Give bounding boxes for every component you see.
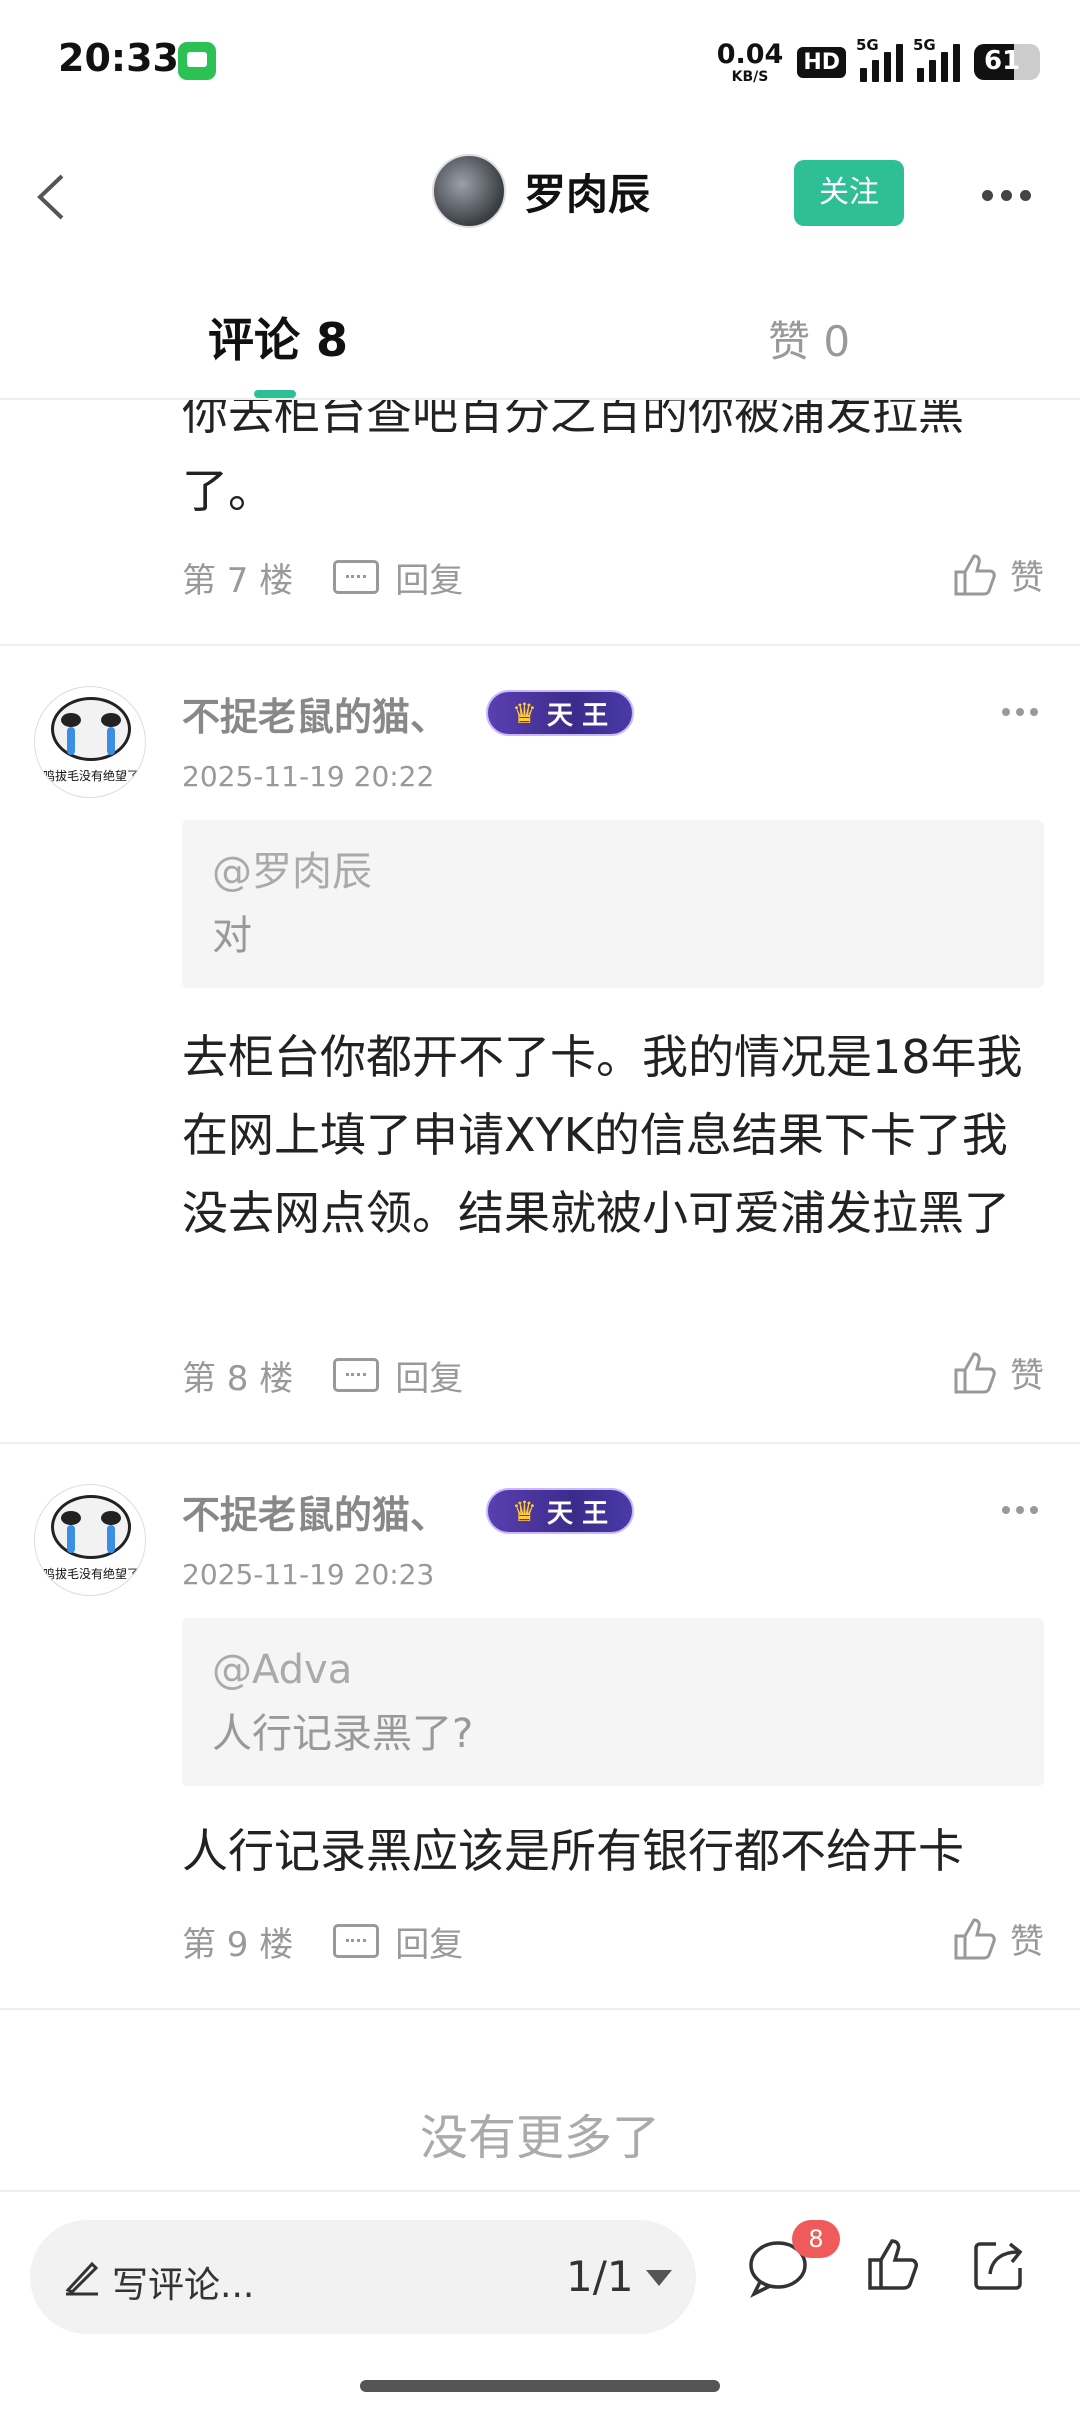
active-tab-indicator [254, 390, 296, 398]
commenter-name[interactable]: 不捉老鼠的猫、 [182, 1484, 448, 1539]
crown-icon: ♛ [511, 1494, 538, 1528]
reply-icon [333, 1924, 380, 1958]
reply-icon [333, 1358, 380, 1392]
divider [0, 2008, 1080, 2010]
crown-icon: ♛ [511, 696, 538, 730]
commenter-avatar[interactable]: 鸣拔毛没有绝望了 [34, 1484, 146, 1596]
signal-icon-sim2: 5G [913, 36, 960, 82]
username[interactable]: 罗肉辰 [524, 161, 650, 222]
reply-label: 回复 [395, 1358, 464, 1399]
follow-button[interactable]: 关注 [794, 160, 904, 226]
quoted-reply: @Adva 人行记录黑了? [182, 1618, 1044, 1786]
level-badge: ♛ 天 王 [486, 690, 634, 736]
comment-date: 2025-11-19 20:22 [182, 760, 435, 793]
comment-body: 人行记录黑应该是所有银行都不给开卡 [182, 1824, 964, 1878]
comment-meta: 第 8 楼 回复 [182, 1350, 463, 1400]
top-nav: 罗肉辰 关注 [0, 124, 1080, 264]
network-speed: 0.04 KB/S [717, 41, 784, 84]
sim2-network-type: 5G [913, 36, 936, 54]
floor-number: 第 7 楼 [182, 560, 294, 601]
comment-input-placeholder: 写评论... [112, 2265, 255, 2306]
avatar-caption: 鸣拔毛没有绝望了 [42, 769, 139, 783]
bottom-action-bar: 写评论... 1/1 8 [0, 2190, 1080, 2412]
comment-more-icon[interactable] [1002, 708, 1038, 716]
quoted-text: 对 [212, 913, 252, 959]
thumbs-up-icon[interactable] [864, 2236, 922, 2294]
badge-label: 天 王 [547, 700, 609, 731]
level-badge: ♛ 天 王 [486, 1488, 634, 1534]
avatar[interactable] [432, 154, 506, 228]
badge-label: 天 王 [547, 1498, 609, 1529]
quoted-user[interactable]: @Adva [212, 1638, 1014, 1702]
comment-input[interactable]: 写评论... 1/1 [30, 2220, 696, 2334]
hd-icon: HD [797, 46, 846, 78]
divider [0, 1442, 1080, 1444]
like-label: 赞 [1010, 1922, 1044, 1962]
reply-icon [333, 560, 380, 594]
comment-count-badge: 8 [792, 2220, 840, 2258]
thumbs-up-icon [954, 1351, 996, 1393]
comment-body: 去柜台你都开不了卡。我的情况是18年我在网上填了申请XYK的信息结果下卡了我没去… [182, 1030, 1023, 1240]
user-info[interactable]: 罗肉辰 [432, 154, 650, 228]
divider [0, 644, 1080, 646]
reply-button[interactable]: 回复 [333, 1917, 463, 1966]
comment-meta: 第 7 楼 回复 [182, 552, 463, 602]
comment-more-icon[interactable] [1002, 1506, 1038, 1514]
page-indicator[interactable]: 1/1 [566, 2252, 634, 2301]
battery-level: 61 [984, 46, 1021, 76]
quoted-reply: @罗肉辰 对 [182, 820, 1044, 988]
reply-button[interactable]: 回复 [333, 553, 463, 602]
commenter-name[interactable]: 不捉老鼠的猫、 [182, 686, 448, 741]
battery-icon: 61 [974, 44, 1040, 80]
comment-body: 你去柜台查吧百分之百的你被浦发拉黑了。 [182, 400, 964, 518]
comment-list[interactable]: 你去柜台查吧百分之百的你被浦发拉黑了。 第 7 楼 回复 赞 鸣拔毛没有绝望了 … [0, 400, 1080, 2190]
status-indicators: 0.04 KB/S HD 5G 5G 61 [717, 36, 1040, 86]
home-indicator[interactable] [360, 2380, 720, 2392]
avatar-caption: 鸣拔毛没有绝望了 [42, 1567, 139, 1581]
like-button[interactable]: 赞 [952, 1348, 1044, 1397]
like-label: 赞 [1010, 1356, 1044, 1396]
reply-label: 回复 [395, 560, 464, 601]
like-label: 赞 [1010, 558, 1044, 598]
chevron-down-icon[interactable] [646, 2270, 672, 2286]
network-speed-unit: KB/S [731, 68, 769, 85]
commenter-avatar[interactable]: 鸣拔毛没有绝望了 [34, 686, 146, 798]
floor-number: 第 8 楼 [182, 1358, 294, 1399]
more-options-icon[interactable] [982, 190, 1031, 201]
network-speed-value: 0.04 [716, 38, 784, 70]
pencil-icon [65, 2261, 99, 2296]
end-of-list: 没有更多了 [419, 2110, 660, 2166]
floor-number: 第 9 楼 [182, 1924, 294, 1965]
comment-date: 2025-11-19 20:23 [182, 1558, 435, 1591]
tab-comments[interactable]: 评论 8 [208, 304, 348, 370]
signal-icon-sim1: 5G [856, 36, 903, 82]
like-button[interactable]: 赞 [952, 1914, 1044, 1963]
comment-meta: 第 9 楼 回复 [182, 1916, 463, 1966]
sim1-network-type: 5G [856, 36, 879, 54]
back-arrow-icon[interactable] [32, 172, 72, 222]
thumbs-up-icon [954, 1917, 996, 1959]
like-button[interactable]: 赞 [952, 550, 1044, 599]
reply-button[interactable]: 回复 [333, 1351, 463, 1400]
share-icon[interactable] [970, 2236, 1028, 2294]
tab-bar: 评论 8 赞 0 [0, 264, 1080, 400]
status-bar: 20:33 0.04 KB/S HD 5G 5G 61 [0, 0, 1080, 124]
quoted-user[interactable]: @罗肉辰 [212, 840, 1014, 904]
quoted-text: 人行记录黑了? [212, 1711, 474, 1757]
tab-likes[interactable]: 赞 0 [768, 308, 850, 369]
thumbs-up-icon [954, 553, 996, 595]
reply-label: 回复 [395, 1924, 464, 1965]
status-time: 20:33 [58, 36, 179, 80]
message-app-icon [178, 42, 216, 80]
